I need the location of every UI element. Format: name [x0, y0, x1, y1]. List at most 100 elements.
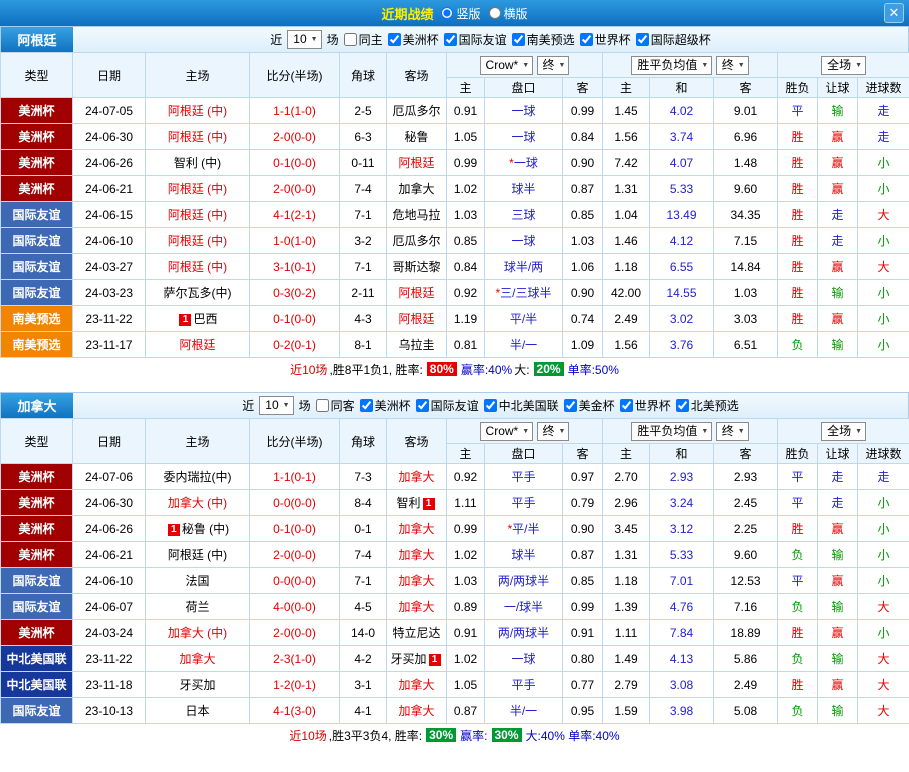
odds-home: 0.91 [447, 98, 485, 124]
competition-filter-checkbox[interactable]: 北美预选 [676, 397, 739, 414]
checkbox-input[interactable] [512, 33, 525, 46]
odds-away: 0.90 [563, 280, 603, 306]
footer-segment: 20% [534, 362, 564, 376]
odds-away: 0.84 [563, 124, 603, 150]
corner-count: 2-5 [340, 98, 387, 124]
ep-average-select[interactable]: 胜平负均值▼ [631, 56, 712, 75]
handicap-result-cell: 输 [818, 542, 858, 568]
result-cell: 负 [778, 646, 818, 672]
layout-horizontal-radio[interactable]: 横版 [489, 5, 528, 22]
odds-company-select[interactable]: Crow*▼ [480, 56, 534, 75]
away-team: 危地马拉 [387, 202, 447, 228]
competition-filter-checkbox[interactable]: 世界杯 [580, 31, 631, 48]
col-header-corner: 角球 [340, 419, 387, 464]
ep-draw: 3.74 [650, 124, 714, 150]
layout-vertical-radio[interactable]: 竖版 [441, 5, 480, 22]
goals-result-cell: 小 [858, 150, 909, 176]
competition-filter-group: 美洲杯国际友谊 中北美国联美金杯世界杯北美预选 [360, 397, 739, 414]
goals-result-cell: 大 [858, 698, 909, 724]
checkbox-input[interactable] [416, 399, 429, 412]
competition-filter-label: 中北美国联 [499, 397, 559, 414]
radio-input[interactable] [489, 7, 501, 19]
odds-away: 0.85 [563, 202, 603, 228]
team-name: 加拿大 [179, 652, 215, 666]
ep-final-select[interactable]: 终▼ [716, 56, 749, 75]
checkbox-input[interactable] [388, 33, 401, 46]
team-name: 加拿大 [398, 182, 434, 196]
match-row: 美洲杯24-06-261秘鲁 (中)0-1(0-0)0-1加拿大0.99*平/半… [1, 516, 909, 542]
match-row: 美洲杯24-03-24加拿大 (中)2-0(0-0)14-0特立尼达0.91两/… [1, 620, 909, 646]
red-card-badge: 1 [168, 524, 180, 536]
radio-input[interactable] [441, 7, 453, 19]
odds-home: 1.11 [447, 490, 485, 516]
footer-segment: ,胜3平3负4, 胜率: [329, 727, 422, 744]
result-cell: 胜 [778, 150, 818, 176]
competition-filter-checkbox[interactable]: 世界杯 [620, 397, 671, 414]
checkbox-input[interactable] [316, 399, 329, 412]
competition-filter-checkbox[interactable]: 国际友谊 [416, 397, 479, 414]
checkbox-input[interactable] [636, 33, 649, 46]
odds-final-select[interactable]: 终▼ [537, 56, 570, 75]
odds-home: 0.85 [447, 228, 485, 254]
odds-away: 0.99 [563, 98, 603, 124]
odds-away: 0.79 [563, 490, 603, 516]
checkbox-input[interactable] [620, 399, 633, 412]
recent-count-select[interactable]: 10▼ [259, 396, 293, 415]
same-venue-checkbox[interactable]: 同主 [344, 31, 383, 48]
odds-handicap: 平/半 [485, 306, 563, 332]
odds-away: 0.99 [563, 594, 603, 620]
odds-home: 1.02 [447, 542, 485, 568]
odds-home: 1.03 [447, 568, 485, 594]
recent-count-select[interactable]: 10▼ [287, 30, 321, 49]
odds-away: 0.97 [563, 464, 603, 490]
odds-final-select[interactable]: 终▼ [537, 422, 570, 441]
handicap-result-cell: 输 [818, 98, 858, 124]
near-label: 近 [270, 31, 282, 48]
competition-badge: 国际友谊 [1, 254, 73, 280]
checkbox-input[interactable] [444, 33, 457, 46]
checkbox-input[interactable] [484, 399, 497, 412]
scope-header-cell: 全场▼ [778, 53, 909, 78]
away-team: 特立尼达 [387, 620, 447, 646]
checkbox-input[interactable] [344, 33, 357, 46]
odds-company-select[interactable]: Crow*▼ [480, 422, 534, 441]
checkbox-input[interactable] [580, 33, 593, 46]
team-name: 阿根廷 [1, 27, 73, 52]
competition-filter-checkbox[interactable]: 美洲杯 [388, 31, 439, 48]
filters: 近 10▼ 场 同客 美洲杯国际友谊中北美国联美金杯世界杯北美预选 [73, 393, 908, 418]
team-name: 巴西 [193, 312, 217, 326]
ep-draw: 7.84 [650, 620, 714, 646]
checkbox-input[interactable] [360, 399, 373, 412]
competition-badge: 美洲杯 [1, 516, 73, 542]
competition-filter-checkbox[interactable]: 中北美国联 [484, 397, 559, 414]
handicap-result-cell: 走 [818, 228, 858, 254]
ep-draw: 13.49 [650, 202, 714, 228]
section-summary: 近10场,胜3平3负4, 胜率: 30% 赢率: 30% 大:40% 单率:40… [0, 724, 909, 746]
competition-filter-label: 南美预选 [527, 31, 575, 48]
competition-filter-checkbox[interactable]: 南美预选 [512, 31, 575, 48]
ep-final-select[interactable]: 终▼ [716, 422, 749, 441]
away-team: 阿根廷 [387, 150, 447, 176]
team-name: 秘鲁 [404, 130, 428, 144]
competition-filter-checkbox[interactable]: 美金杯 [564, 397, 615, 414]
close-button[interactable]: ✕ [884, 3, 904, 23]
competition-filter-checkbox[interactable]: 国际友谊 [444, 31, 507, 48]
sub-header-handicap: 盘口 [485, 444, 563, 464]
competition-filter-checkbox[interactable]: 国际超级杯 [636, 31, 711, 48]
checkbox-input[interactable] [676, 399, 689, 412]
away-team: 秘鲁 [387, 124, 447, 150]
competition-filter-checkbox[interactable]: 美洲杯 [360, 397, 411, 414]
match-date: 24-06-10 [73, 228, 146, 254]
team-name: 智利 [396, 496, 420, 510]
red-card-badge: 1 [179, 314, 191, 326]
checkbox-input[interactable] [564, 399, 577, 412]
layout-vertical-label: 竖版 [456, 5, 480, 22]
same-venue-checkbox[interactable]: 同客 [316, 397, 355, 414]
ep-average-select[interactable]: 胜平负均值▼ [631, 422, 712, 441]
away-team: 加拿大 [387, 176, 447, 202]
odds-handicap: 球半/两 [485, 254, 563, 280]
chevron-down-icon: ▼ [855, 424, 862, 439]
scope-select[interactable]: 全场▼ [821, 422, 866, 441]
scope-select[interactable]: 全场▼ [821, 56, 866, 75]
odds-header-cell: Crow*▼ 终▼ [447, 53, 603, 78]
